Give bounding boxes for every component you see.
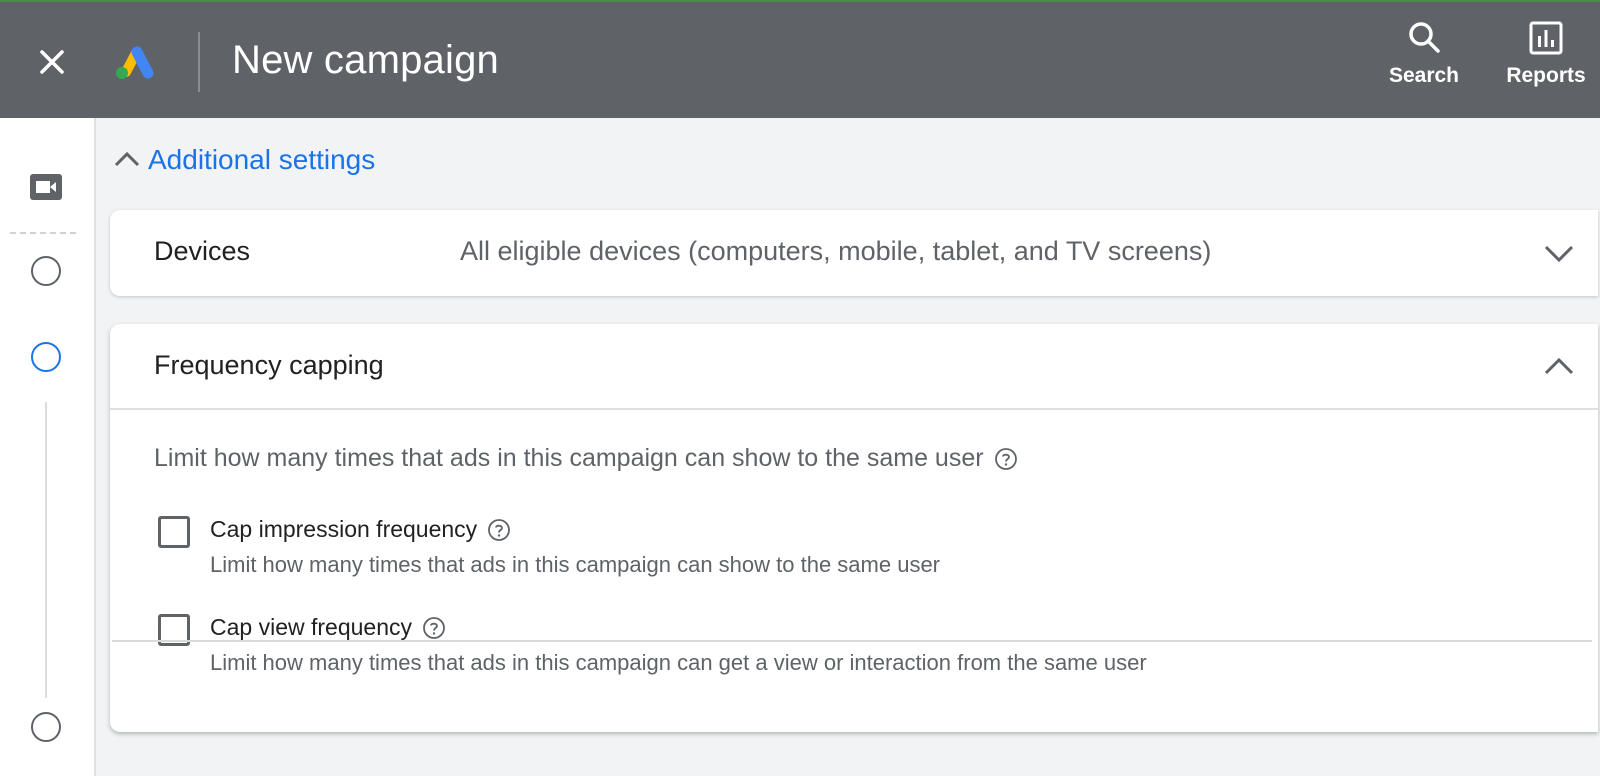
chevron-up-icon[interactable]	[1542, 350, 1576, 384]
chevron-up-icon	[114, 151, 140, 167]
cap-impression-sublabel: Limit how many times that ads in this ca…	[210, 552, 941, 577]
step-circle-3[interactable]	[31, 712, 61, 742]
devices-title: Devices	[154, 236, 251, 266]
app-header: New campaign Search Reports	[0, 0, 1600, 118]
frequency-capping-header[interactable]: Frequency capping	[110, 324, 1598, 410]
search-icon	[1409, 22, 1440, 53]
description-text: Limit how many times that ads in this ca…	[154, 444, 984, 472]
chevron-down-icon[interactable]	[1542, 236, 1576, 270]
search-button[interactable]: Search	[1386, 18, 1462, 88]
step-connector	[45, 402, 47, 698]
frequency-capping-panel: Frequency capping Limit how many times t…	[110, 324, 1598, 732]
devices-value: All eligible devices (computers, mobile,…	[460, 236, 1212, 266]
cap-view-label: Cap view frequency	[210, 614, 446, 641]
cap-impression-label-text: Cap impression frequency	[210, 516, 478, 542]
next-panel-edge	[112, 640, 1592, 642]
additional-settings-label: Additional settings	[148, 144, 376, 175]
help-icon[interactable]	[487, 518, 511, 542]
reports-icon	[1529, 21, 1563, 55]
header-divider	[198, 32, 200, 92]
step-circle-1[interactable]	[31, 256, 61, 286]
reports-button[interactable]: Reports	[1500, 18, 1592, 88]
cap-impression-checkbox[interactable]	[158, 516, 190, 548]
cap-impression-label: Cap impression frequency	[210, 516, 511, 543]
step-rail	[0, 118, 96, 776]
step-divider	[10, 232, 76, 234]
google-ads-logo	[112, 42, 156, 82]
cap-view-sublabel: Limit how many times that ads in this ca…	[210, 650, 1147, 675]
main-content: Additional settings Devices All eligible…	[98, 118, 1600, 776]
frequency-capping-description: Limit how many times that ads in this ca…	[154, 444, 1018, 473]
step-circle-active[interactable]	[31, 342, 61, 372]
cap-view-label-text: Cap view frequency	[210, 614, 412, 640]
help-icon[interactable]	[422, 616, 446, 640]
help-icon[interactable]	[994, 447, 1018, 471]
close-icon	[40, 50, 64, 74]
additional-settings-toggle[interactable]: Additional settings	[112, 140, 375, 180]
close-button[interactable]	[34, 44, 70, 80]
frequency-capping-title: Frequency capping	[154, 350, 384, 380]
page-title: New campaign	[232, 38, 499, 82]
reports-label: Reports	[1506, 64, 1586, 87]
video-camera-icon[interactable]	[30, 174, 62, 200]
search-label: Search	[1388, 64, 1460, 87]
devices-panel[interactable]: Devices All eligible devices (computers,…	[110, 210, 1598, 296]
